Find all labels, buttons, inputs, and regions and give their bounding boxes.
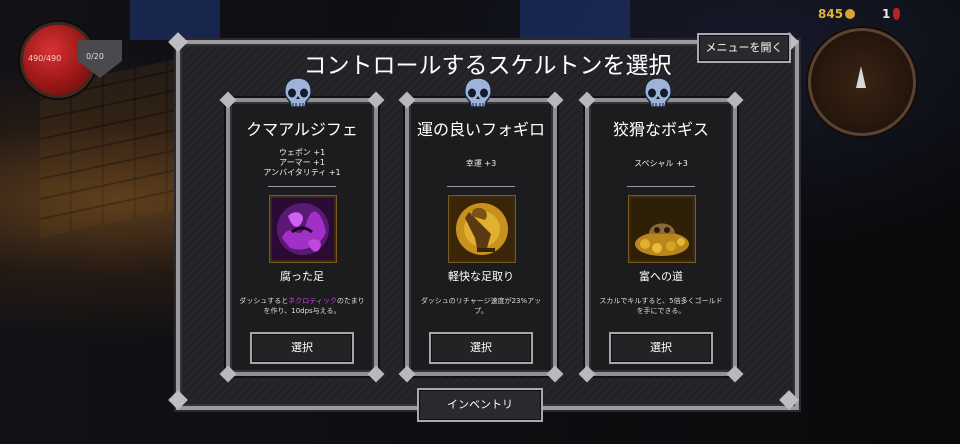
skeleton-card-3: 狡猾なボギス スペシャル +3 富への道 スカルでキルすると、5倍多くゴールドを… bbox=[578, 91, 744, 383]
rotten-foot-icon bbox=[270, 196, 336, 262]
skeleton-card-2: 運の良いフォギロ 幸運 +3 軽快な足取り ダッシュのリチャージ速度が23%アッ… bbox=[398, 91, 564, 383]
divider bbox=[447, 186, 515, 187]
skull-icon bbox=[284, 77, 312, 108]
skeleton-stats: ウェポン +1 アーマー +1 アンバイタリティ +1 bbox=[230, 148, 374, 178]
coin-icon bbox=[845, 9, 855, 19]
gold-count: 845 bbox=[818, 7, 844, 21]
armor-value: 0/20 bbox=[86, 52, 104, 61]
light-step-icon bbox=[449, 196, 515, 262]
inventory-button[interactable]: インベントリ bbox=[417, 388, 543, 422]
ability-description: スカルでキルすると、5倍多くゴールドを手にできる。 bbox=[599, 297, 723, 315]
select-button[interactable]: 選択 bbox=[250, 332, 354, 364]
skeleton-name: 狡猾なボギス bbox=[612, 120, 709, 139]
health-value: 490/490 bbox=[28, 54, 62, 63]
stat-line: スペシャル +3 bbox=[634, 159, 688, 168]
skull-icon bbox=[644, 77, 672, 108]
ability-name: 富への道 bbox=[639, 270, 683, 283]
skeleton-card-1: クマアルジフェ ウェポン +1 アーマー +1 アンバイタリティ +1 腐った足… bbox=[219, 91, 385, 383]
stat-line: ウェポン +1 bbox=[278, 148, 326, 157]
ability-name: 腐った足 bbox=[280, 270, 324, 283]
desc-text: ダッシュすると bbox=[239, 297, 289, 305]
skeleton-stats: 幸運 +3 bbox=[409, 159, 553, 169]
stat-line: アンバイタリティ +1 bbox=[263, 168, 341, 177]
select-button[interactable]: 選択 bbox=[609, 332, 713, 364]
skeleton-stats: スペシャル +3 bbox=[589, 159, 733, 169]
necrotic-keyword: ネクロティック bbox=[288, 297, 337, 305]
ability-description: ダッシュのリチャージ速度が23%アップ。 bbox=[420, 297, 542, 315]
red-gem-icon bbox=[893, 8, 900, 20]
skeleton-name: クマアルジフェ bbox=[246, 120, 358, 139]
divider bbox=[627, 186, 695, 187]
select-button[interactable]: 選択 bbox=[429, 332, 533, 364]
dungeon-wall bbox=[520, 0, 630, 40]
key-count: 1 bbox=[882, 7, 891, 21]
skeleton-name: 運の良いフォギロ bbox=[416, 120, 545, 139]
divider bbox=[268, 186, 336, 187]
ability-name: 軽快な足取り bbox=[448, 270, 514, 283]
stat-line: アーマー +1 bbox=[279, 158, 325, 167]
skull-icon bbox=[464, 77, 492, 108]
ability-description: ダッシュするとネクロティックのたまりを作り、10dps与える。 bbox=[238, 296, 366, 316]
stat-line: 幸運 +3 bbox=[465, 159, 497, 168]
open-menu-button[interactable]: メニューを開く bbox=[697, 33, 791, 63]
road-to-riches-icon bbox=[629, 196, 695, 262]
